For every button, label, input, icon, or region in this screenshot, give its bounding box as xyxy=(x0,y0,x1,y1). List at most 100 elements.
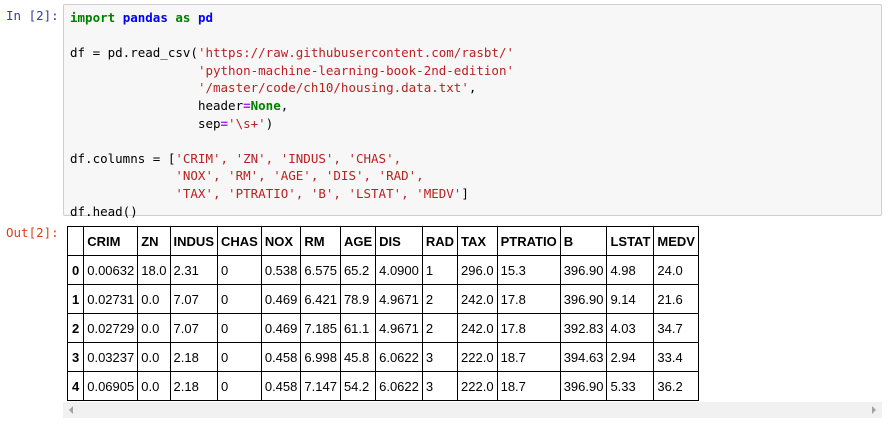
column-header: TAX xyxy=(457,226,498,256)
table-cell: 5.33 xyxy=(606,371,655,401)
table-cell: 1 xyxy=(421,255,459,285)
column-header: ZN xyxy=(137,226,171,256)
column-header: PTRATIO xyxy=(496,226,561,256)
column-header: AGE xyxy=(339,226,377,256)
table-cell: 0.02729 xyxy=(83,313,139,343)
column-header: DIS xyxy=(375,226,423,256)
horizontal-scrollbar[interactable] xyxy=(63,402,882,418)
table-cell: 61.1 xyxy=(339,313,377,343)
table-cell: 3 xyxy=(421,342,459,372)
table-cell: 33.4 xyxy=(653,342,699,372)
table-cell: 0.02731 xyxy=(83,284,139,314)
table-cell: 3 xyxy=(421,371,459,401)
column-header: B xyxy=(559,226,608,256)
table-cell: 18.7 xyxy=(496,371,561,401)
column-header: INDUS xyxy=(169,226,219,256)
column-header: LSTAT xyxy=(606,226,655,256)
table-cell: 0.06905 xyxy=(83,371,139,401)
url-string-1: 'https://raw.githubusercontent.com/rasbt… xyxy=(197,45,515,61)
table-cell: 65.2 xyxy=(339,255,377,285)
table-cell: 6.421 xyxy=(300,284,341,314)
table-cell: 7.147 xyxy=(300,371,341,401)
table-cell: 0 xyxy=(217,342,262,372)
table-cell: 2 xyxy=(421,284,459,314)
table-cell: 7.185 xyxy=(300,313,341,343)
table-cell: 0.00632 xyxy=(83,255,139,285)
row-index: 0 xyxy=(66,255,85,285)
comma: , xyxy=(468,80,477,96)
table-cell: 222.0 xyxy=(457,342,498,372)
sep-string: '\s+' xyxy=(228,115,266,131)
read-csv-call: df = pd.read_csv( xyxy=(70,45,198,61)
table-cell: 392.83 xyxy=(559,313,608,343)
column-header: MEDV xyxy=(653,226,699,256)
pd-alias: pd xyxy=(197,10,214,25)
table-cell: 394.63 xyxy=(559,342,608,372)
table-cell: 0.538 xyxy=(260,255,302,285)
columns-list-line-3: 'TAX', 'PTRATIO', 'B', 'LSTAT', 'MEDV' xyxy=(175,185,462,201)
table-cell: 2.18 xyxy=(169,371,219,401)
triangle-right-icon[interactable] xyxy=(866,402,882,418)
table-cell: 4.0900 xyxy=(375,255,423,285)
close-paren: ) xyxy=(265,115,274,131)
code-cell-editor[interactable]: import pandas as pd df = pd.read_csv('ht… xyxy=(63,4,882,219)
table-row: 2 0.02729 0.0 7.07 0 0.469 7.185 61.1 4.… xyxy=(66,313,699,343)
table-cell: 2.31 xyxy=(169,255,219,285)
table-cell: 54.2 xyxy=(339,371,377,401)
table-cell: 45.8 xyxy=(339,342,377,372)
head-call: df.head() xyxy=(70,203,138,219)
table-cell: 36.2 xyxy=(653,371,699,401)
table-row: 0 0.00632 18.0 2.31 0 0.538 6.575 65.2 4… xyxy=(66,255,699,285)
table-cell: 0.458 xyxy=(260,371,302,401)
table-row: 1 0.02731 0.0 7.07 0 0.469 6.421 78.9 4.… xyxy=(66,284,699,314)
table-cell: 242.0 xyxy=(457,284,498,314)
equals-operator: = xyxy=(243,97,251,113)
column-header: RAD xyxy=(421,226,459,256)
table-cell: 222.0 xyxy=(457,371,498,401)
triangle-left-icon[interactable] xyxy=(63,402,79,418)
table-cell: 396.90 xyxy=(559,284,608,314)
table-cell: 17.8 xyxy=(496,284,561,314)
table-cell: 0 xyxy=(217,313,262,343)
table-cell: 2.18 xyxy=(169,342,219,372)
table-cell: 6.998 xyxy=(300,342,341,372)
table-cell: 7.07 xyxy=(169,284,219,314)
index-header xyxy=(66,226,85,256)
columns-list-line-2: 'NOX', 'RM', 'AGE', 'DIS', 'RAD', xyxy=(175,168,424,184)
table-cell: 296.0 xyxy=(457,255,498,285)
table-cell: 0.469 xyxy=(260,313,302,343)
table-cell: 2.94 xyxy=(606,342,655,372)
table-row: 4 0.06905 0.0 2.18 0 0.458 7.147 54.2 6.… xyxy=(66,371,699,401)
table-cell: 78.9 xyxy=(339,284,377,314)
output-prompt: Out[2]: xyxy=(6,225,59,240)
pandas-module: pandas xyxy=(122,10,168,25)
table-row: 3 0.03237 0.0 2.18 0 0.458 6.998 45.8 6.… xyxy=(66,342,699,372)
table-cell: 0 xyxy=(217,255,262,285)
table-cell: 0 xyxy=(217,371,262,401)
code-block[interactable]: import pandas as pd df = pd.read_csv('ht… xyxy=(70,9,514,220)
table-cell: 7.07 xyxy=(169,313,219,343)
row-index: 1 xyxy=(66,284,85,314)
input-prompt: In [2]: xyxy=(6,8,59,23)
columns-list-line-1: 'CRIM', 'ZN', 'INDUS', 'CHAS', xyxy=(175,150,402,166)
table-cell: 34.7 xyxy=(653,313,699,343)
table-cell: 0.458 xyxy=(260,342,302,372)
table-cell: 4.9671 xyxy=(375,313,423,343)
dataframe-table: CRIM ZN INDUS CHAS NOX RM AGE DIS RAD TA… xyxy=(66,226,699,401)
output-area: CRIM ZN INDUS CHAS NOX RM AGE DIS RAD TA… xyxy=(63,222,882,420)
table-cell: 4.9671 xyxy=(375,284,423,314)
close-bracket: ] xyxy=(461,185,469,201)
table-cell: 0.0 xyxy=(137,284,171,314)
column-header: NOX xyxy=(260,226,302,256)
table-cell: 21.6 xyxy=(653,284,699,314)
table-cell: 0.0 xyxy=(137,313,171,343)
table-cell: 4.98 xyxy=(606,255,655,285)
table-cell: 6.0622 xyxy=(375,342,423,372)
table-cell: 0.0 xyxy=(137,371,171,401)
row-index: 2 xyxy=(66,313,85,343)
as-keyword: as xyxy=(175,10,191,25)
table-cell: 396.90 xyxy=(559,255,608,285)
import-keyword: import xyxy=(70,10,116,25)
table-cell: 15.3 xyxy=(496,255,561,285)
equals-operator: = xyxy=(220,115,229,131)
